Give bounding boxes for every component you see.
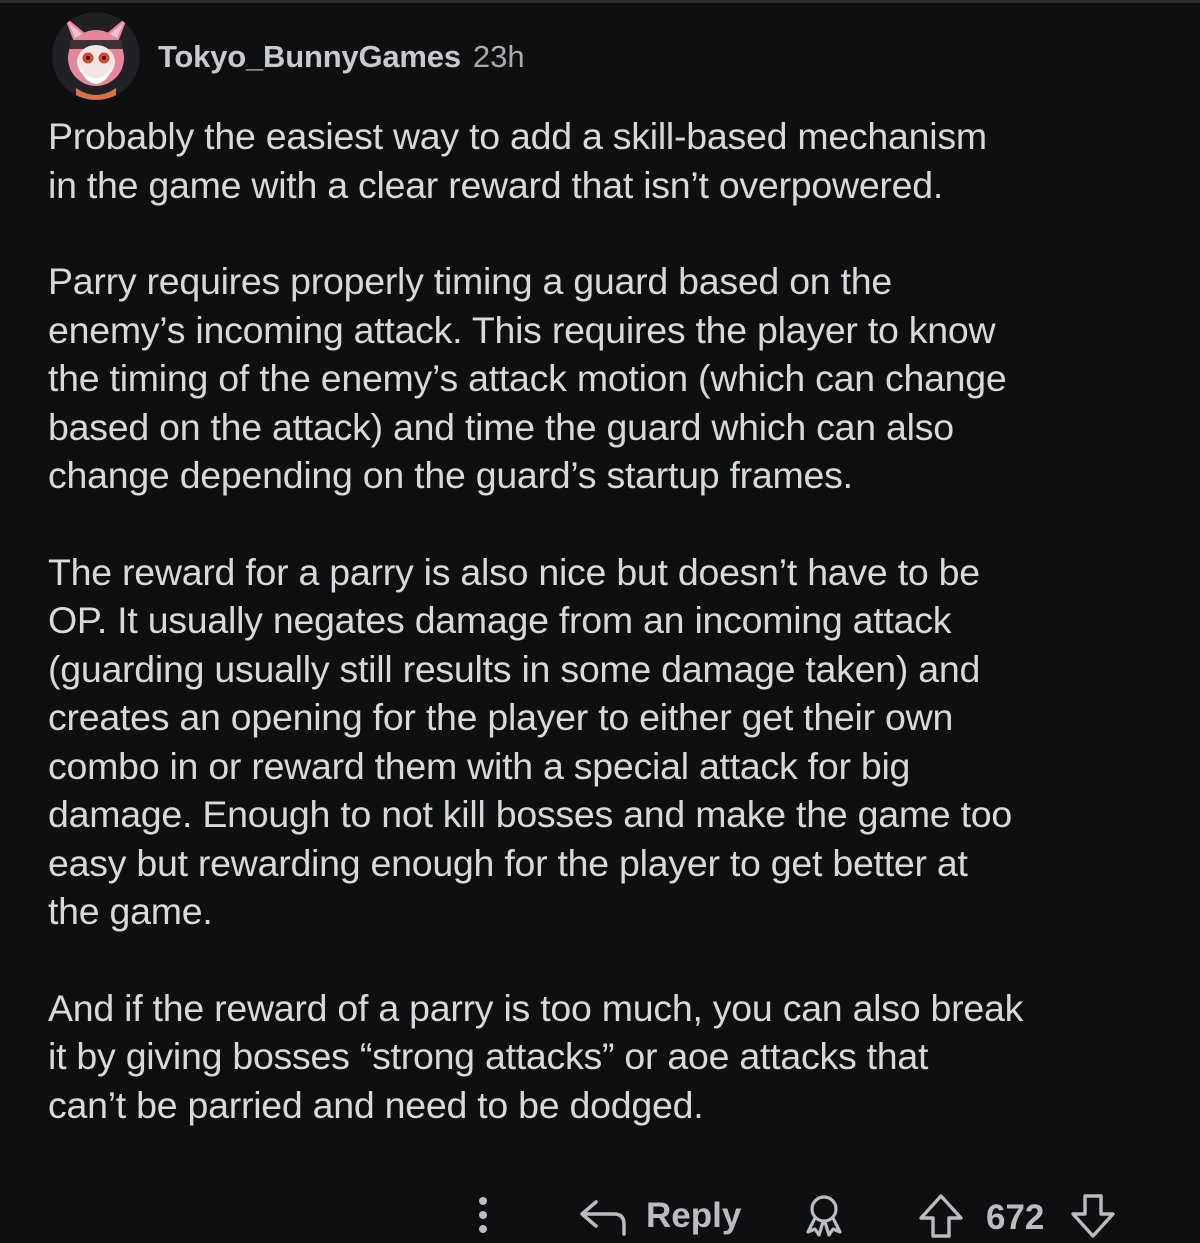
comment-paragraph: Probably the easiest way to add a skill-…: [48, 115, 987, 206]
downvote-icon: [1071, 1194, 1115, 1238]
comment-actions: Reply 672: [0, 1190, 1200, 1243]
more-vertical-icon: [479, 1197, 487, 1233]
author-username[interactable]: Tokyo_BunnyGames: [158, 39, 461, 75]
reply-button[interactable]: Reply: [576, 1190, 741, 1242]
vote-score: 672: [986, 1198, 1045, 1237]
comment-paragraph: And if the reward of a parry is too much…: [48, 986, 1024, 1126]
award-icon: [806, 1195, 842, 1237]
comment: Tokyo_BunnyGames 23h Probably the easies…: [0, 0, 1200, 1243]
comment-header: Tokyo_BunnyGames 23h: [52, 8, 525, 104]
comment-paragraph: Parry requires properly timing a guard b…: [48, 260, 1007, 496]
comment-paragraph: The reward for a parry is also nice but …: [48, 550, 1012, 933]
comment-body: Probably the easiest way to add a skill-…: [48, 112, 1160, 1177]
reply-label: Reply: [646, 1196, 742, 1235]
comment-timestamp: 23h: [472, 39, 525, 74]
upvote-icon: [919, 1194, 963, 1238]
upvote-button[interactable]: [916, 1192, 966, 1240]
downvote-button[interactable]: [1068, 1192, 1118, 1240]
comment-meta: Tokyo_BunnyGames 23h: [158, 39, 525, 75]
award-button[interactable]: [800, 1192, 848, 1240]
more-options-button[interactable]: [466, 1192, 500, 1238]
reply-arrow-icon: [580, 1200, 626, 1236]
avatar[interactable]: [52, 12, 140, 100]
